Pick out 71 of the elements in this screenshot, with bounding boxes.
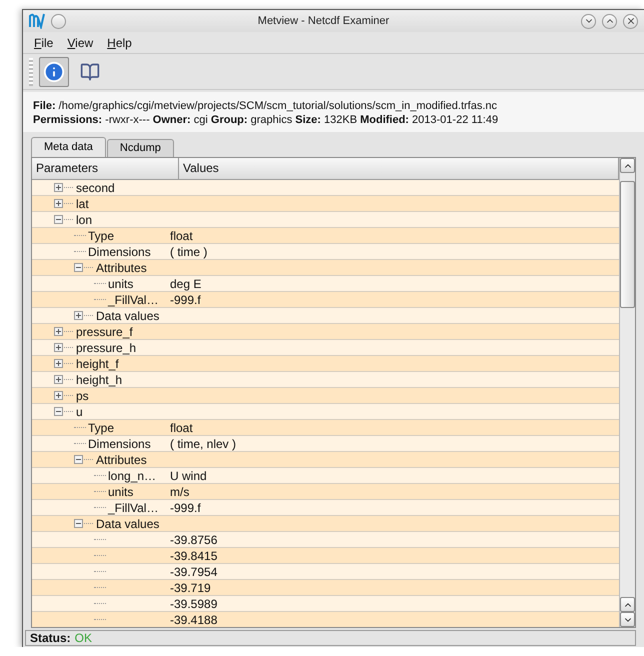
expand-icon[interactable]	[54, 327, 74, 336]
logo-icon	[29, 13, 45, 29]
file-info-line: Permissions: -rwxr-x--- Owner: cgi Group: graphics Size: 132KB Modified: 2013-01-22 11:49	[33, 113, 500, 127]
tab[interactable]: Ncdump	[106, 139, 174, 157]
parameter-value: -39.8415	[170, 548, 218, 562]
status-label: Status:	[30, 631, 71, 645]
parameter-name: pressure_h	[76, 340, 136, 354]
column-header[interactable]: Parameters	[32, 158, 179, 179]
parameter-name: pressure_f	[76, 324, 133, 338]
parameter-name: Data values	[96, 516, 160, 530]
tab[interactable]: Meta data	[31, 137, 106, 157]
collapse-icon[interactable]	[74, 519, 94, 528]
parameter-name: Type	[88, 228, 114, 242]
menu-item[interactable]: Help	[102, 34, 137, 50]
expand-icon[interactable]	[74, 311, 94, 320]
parameter-name: Dimensions	[88, 244, 151, 258]
parameter-name: Attributes	[96, 452, 147, 466]
parameter-name: Type	[88, 420, 114, 434]
parameter-value: -39.4188	[170, 612, 218, 626]
expand-icon[interactable]	[54, 343, 74, 352]
parameter-name: lon	[76, 212, 92, 226]
parameter-value: -39.7954	[170, 564, 218, 578]
collapse-icon[interactable]	[54, 215, 74, 224]
info-icon	[43, 60, 65, 82]
menu-item[interactable]: File	[29, 34, 58, 50]
parameter-value: ( time, nlev )	[170, 436, 236, 450]
parameter-value: float	[170, 228, 193, 242]
parameter-name: lat	[76, 196, 89, 210]
parameter-name: Attributes	[96, 260, 147, 274]
parameter-value: -39.5989	[170, 596, 218, 610]
parameter-value: -39.8756	[170, 532, 218, 546]
parameter-name: units	[108, 484, 134, 498]
toolbar-button[interactable]	[39, 56, 69, 86]
window-menu-button[interactable]	[51, 14, 66, 28]
parameter-name: long_n…	[108, 468, 156, 482]
collapse-icon[interactable]	[74, 455, 94, 464]
parameter-value: -999.f	[170, 292, 201, 306]
parameter-name: height_h	[76, 372, 122, 386]
scrollbar[interactable]	[619, 158, 635, 627]
parameter-value: ( time )	[170, 244, 208, 258]
window-title: Metview - Netcdf Examiner	[256, 15, 390, 27]
parameter-value: U wind	[170, 468, 207, 482]
file-info-line: File: /home/graphics/cgi/metview/projects/SCM/scm_tutorial/solutions/scm_in_modified.trfas.nc	[33, 99, 498, 113]
parameter-name: _FillVal…	[108, 500, 158, 514]
expand-icon[interactable]	[54, 183, 74, 192]
minimize-button[interactable]	[581, 14, 596, 28]
expand-icon[interactable]	[54, 391, 74, 400]
parameter-value: float	[170, 420, 193, 434]
status-value: OK	[74, 631, 92, 645]
collapse-icon[interactable]	[74, 263, 94, 272]
close-button[interactable]	[623, 14, 638, 28]
expand-icon[interactable]	[54, 375, 74, 384]
expand-icon[interactable]	[54, 359, 74, 368]
parameter-name: units	[108, 276, 134, 290]
parameter-name: second	[76, 180, 115, 194]
maximize-button[interactable]	[602, 14, 617, 28]
collapse-icon[interactable]	[54, 407, 74, 416]
parameter-name: height_f	[76, 356, 119, 370]
parameter-name: ps	[76, 388, 89, 402]
parameter-value: -999.f	[170, 500, 201, 514]
parameter-name: _FillVal…	[108, 292, 158, 306]
parameter-value: m/s	[170, 484, 190, 498]
parameter-name: Dimensions	[88, 436, 151, 450]
expand-icon[interactable]	[54, 199, 74, 208]
parameter-value: -39.719	[170, 580, 211, 594]
close-icon	[626, 16, 636, 26]
parameter-name: Data values	[96, 308, 160, 322]
menu-item[interactable]: View	[62, 34, 98, 50]
parameter-name: u	[76, 404, 83, 418]
book-icon	[80, 62, 100, 82]
parameter-value: deg E	[170, 276, 202, 290]
